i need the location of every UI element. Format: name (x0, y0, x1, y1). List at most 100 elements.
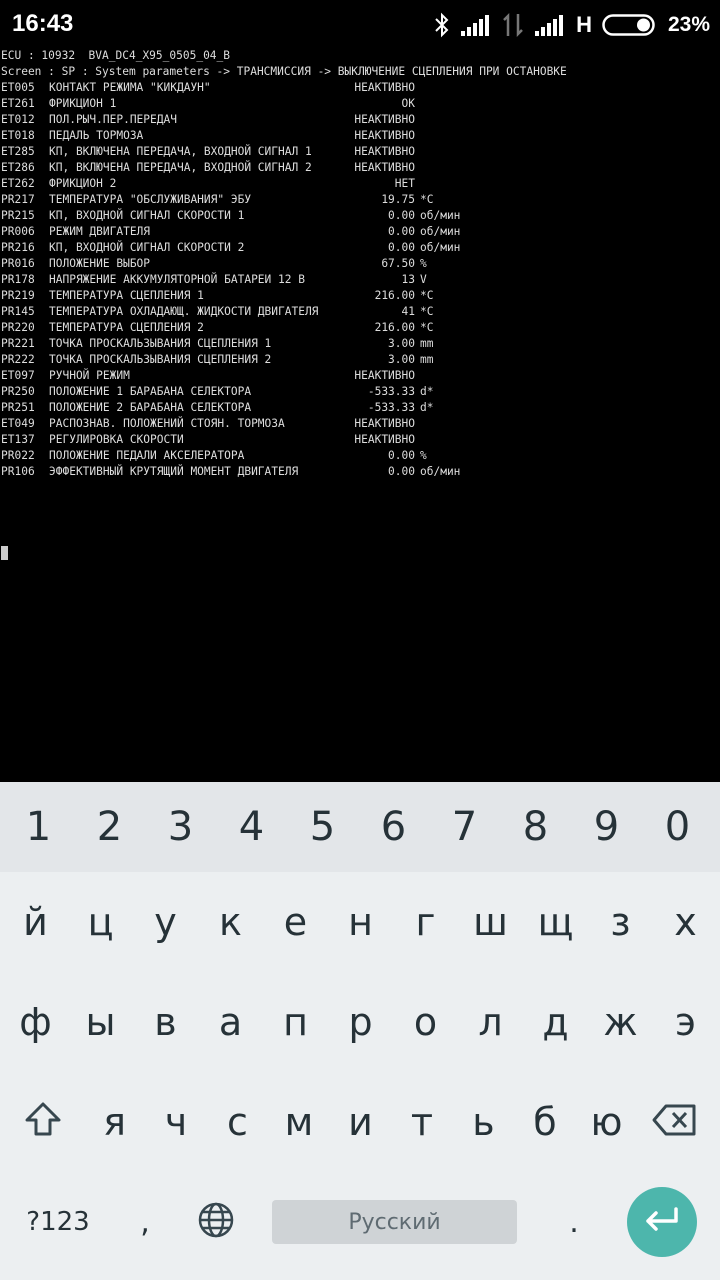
key-щ[interactable]: щ (523, 872, 588, 972)
key-т[interactable]: т (390, 1072, 455, 1172)
key-2[interactable]: 2 (74, 782, 145, 872)
param-value: 3.00 (388, 337, 415, 350)
param-unit: d* (420, 401, 434, 414)
parameter-row: ET018 ПЕДАЛЬ ТОРМОЗА НЕАКТИВНО (0, 128, 720, 144)
comma-key[interactable]: , (120, 1187, 170, 1257)
key-п[interactable]: п (263, 972, 328, 1072)
param-name: ТОЧКА ПРОСКАЛЬЗЫВАНИЯ СЦЕПЛЕНИЯ 1 (49, 337, 272, 350)
bluetooth-icon (434, 12, 450, 38)
key-4[interactable]: 4 (216, 782, 287, 872)
key-ч[interactable]: ч (144, 1072, 209, 1172)
parameter-row: PR221 ТОЧКА ПРОСКАЛЬЗЫВАНИЯ СЦЕПЛЕНИЯ 1 3.… (0, 336, 720, 352)
data-arrows-icon (502, 12, 524, 38)
parameter-row: PR216 КП, ВХОДНОЙ СИГНАЛ СКОРОСТИ 2 0.00 об… (0, 240, 720, 256)
key-ш[interactable]: ш (458, 872, 523, 972)
param-id: PR215 (1, 209, 35, 222)
param-value: 41 (401, 305, 415, 318)
key-9[interactable]: 9 (571, 782, 642, 872)
key-и[interactable]: и (328, 1072, 393, 1172)
param-id: ET012 (1, 113, 35, 126)
param-id: ET005 (1, 81, 35, 94)
param-id: ET286 (1, 161, 35, 174)
key-ф[interactable]: ф (3, 972, 68, 1072)
parameter-row: PR215 КП, ВХОДНОЙ СИГНАЛ СКОРОСТИ 1 0.00 об… (0, 208, 720, 224)
key-5[interactable]: 5 (287, 782, 358, 872)
key-0[interactable]: 0 (642, 782, 713, 872)
key-р[interactable]: р (328, 972, 393, 1072)
param-name: НАПРЯЖЕНИЕ АККУМУЛЯТОРНОЙ БАТАРЕИ 12 В (49, 273, 305, 286)
parameter-row: ET049 РАСПОЗНАВ. ПОЛОЖЕНИЙ СТОЯН. ТОРМОЗА… (0, 416, 720, 432)
key-у[interactable]: у (133, 872, 198, 972)
param-id: PR222 (1, 353, 35, 366)
param-id: PR220 (1, 321, 35, 334)
param-unit: *C (420, 289, 434, 302)
key-б[interactable]: б (513, 1072, 578, 1172)
enter-key[interactable] (627, 1187, 697, 1257)
key-о[interactable]: о (393, 972, 458, 1072)
param-name: ПОЛОЖЕНИЕ ВЫБОР (49, 257, 151, 270)
parameter-row: ET005 КОНТАКТ РЕЖИМА "КИКДАУН" НЕАКТИВНО (0, 80, 720, 96)
param-name: КП, ВКЛЮЧЕНА ПЕРЕДАЧА, ВХОДНОЙ СИГНАЛ 2 (49, 161, 312, 174)
parameter-row: PR251 ПОЛОЖЕНИЕ 2 БАРАБАНА СЕЛЕКТОРА -533.… (0, 400, 720, 416)
key-с[interactable]: с (205, 1072, 270, 1172)
battery-percent: 23% (667, 13, 710, 36)
shift-key[interactable] (12, 1072, 74, 1172)
key-л[interactable]: л (458, 972, 523, 1072)
param-value: 0.00 (388, 225, 415, 238)
param-unit: mm (420, 353, 434, 366)
key-а[interactable]: а (198, 972, 263, 1072)
key-8[interactable]: 8 (500, 782, 571, 872)
key-д[interactable]: д (523, 972, 588, 1072)
param-name: ПОЛ.РЫЧ.ПЕР.ПЕРЕДАЧ (49, 113, 177, 126)
key-й[interactable]: й (3, 872, 68, 972)
param-name: КП, ВХОДНОЙ СИГНАЛ СКОРОСТИ 2 (49, 241, 245, 254)
param-unit: об/мин (420, 209, 461, 222)
param-id: PR251 (1, 401, 35, 414)
parameter-row: ET262 ФРИКЦИОН 2 НЕТ (0, 176, 720, 192)
key-э[interactable]: э (653, 972, 718, 1072)
key-ы[interactable]: ы (68, 972, 133, 1072)
language-key[interactable] (188, 1187, 244, 1257)
key-ц[interactable]: ц (68, 872, 133, 972)
param-id: PR216 (1, 241, 35, 254)
key-1[interactable]: 1 (3, 782, 74, 872)
param-value: НЕАКТИВНО (354, 433, 415, 446)
param-value: 0.00 (388, 465, 415, 478)
key-н[interactable]: н (328, 872, 393, 972)
key-г[interactable]: г (393, 872, 458, 972)
param-value: 67.50 (381, 257, 415, 270)
param-id: ET049 (1, 417, 35, 430)
key-6[interactable]: 6 (358, 782, 429, 872)
key-х[interactable]: х (653, 872, 718, 972)
key-ь[interactable]: ь (451, 1072, 516, 1172)
key-в[interactable]: в (133, 972, 198, 1072)
ecu-header-line: ECU : 10932 BVA_DC4_X95_0505_04_B (1, 49, 231, 62)
parameter-row: ET285 КП, ВКЛЮЧЕНА ПЕРЕДАЧА, ВХОДНОЙ СИГН… (0, 144, 720, 160)
period-key[interactable]: . (550, 1187, 598, 1257)
param-id: PR219 (1, 289, 35, 302)
battery-icon (602, 13, 658, 37)
param-id: PR250 (1, 385, 35, 398)
key-3[interactable]: 3 (145, 782, 216, 872)
param-value: НЕАКТИВНО (354, 113, 415, 126)
parameter-row: ET097 РУЧНОЙ РЕЖИМ НЕАКТИВНО (0, 368, 720, 384)
key-з[interactable]: з (588, 872, 653, 972)
symbols-key[interactable]: ?123 (18, 1192, 98, 1252)
param-id: PR006 (1, 225, 35, 238)
key-я[interactable]: я (82, 1072, 147, 1172)
param-name: ТЕМПЕРАТУРА СЦЕПЛЕНИЯ 1 (49, 289, 204, 302)
key-к[interactable]: к (198, 872, 263, 972)
key-ю[interactable]: ю (574, 1072, 639, 1172)
backspace-key[interactable] (640, 1072, 710, 1172)
param-id: PR145 (1, 305, 35, 318)
param-value: 216.00 (374, 289, 415, 302)
key-м[interactable]: м (267, 1072, 332, 1172)
key-е[interactable]: е (263, 872, 328, 972)
key-ж[interactable]: ж (588, 972, 653, 1072)
key-7[interactable]: 7 (429, 782, 500, 872)
param-id: ET137 (1, 433, 35, 446)
shift-icon (23, 1100, 63, 1144)
param-name: ПЕДАЛЬ ТОРМОЗА (49, 129, 144, 142)
param-value: НЕАКТИВНО (354, 161, 415, 174)
space-bar[interactable]: Русский (272, 1200, 517, 1244)
